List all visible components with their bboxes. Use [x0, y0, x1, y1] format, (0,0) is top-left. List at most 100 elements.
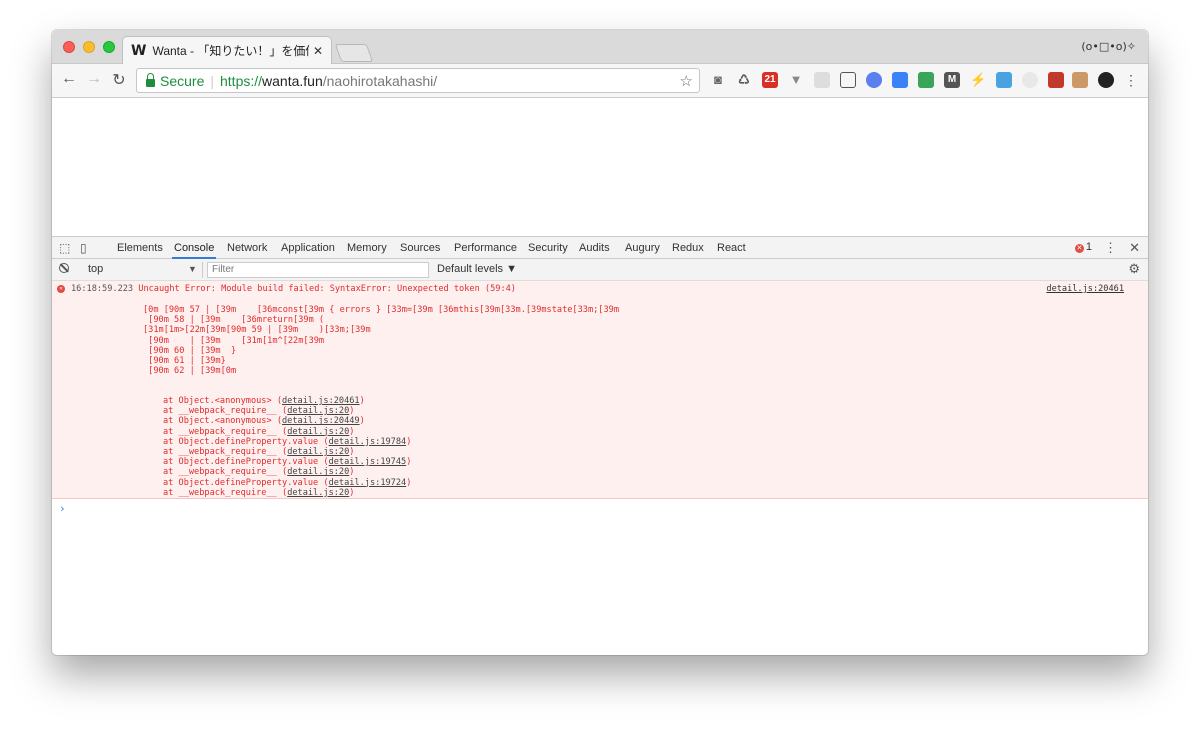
tab-security[interactable]: Security	[526, 237, 570, 259]
browser-window: W Wanta - 「知りたい！」を価値に ✕ (o•□•o)✧ ← → ↻ S…	[52, 30, 1148, 655]
error-body-line: [90m 61 | [39m}	[143, 355, 226, 366]
stack-frame-link[interactable]: detail.js:20	[287, 406, 349, 416]
stack-frame: at Object.<anonymous> (detail.js:20449)	[163, 416, 365, 427]
console-settings-gear-icon[interactable]: ⚙	[1128, 261, 1140, 277]
tab-application[interactable]: Application	[279, 237, 337, 259]
stack-frame: at Object.defineProperty.value (detail.j…	[163, 457, 412, 468]
stack-frame-link[interactable]: detail.js:20	[287, 488, 349, 498]
console-prompt[interactable]: ›	[59, 502, 66, 515]
error-body-line: [90m 58 | [39m [36mreturn[39m (	[143, 315, 325, 326]
page-viewport	[52, 98, 1148, 236]
reload-icon[interactable]: ↻	[108, 70, 130, 90]
error-body: [0m [90m 57 | [39m [36mconst[39m { error…	[143, 305, 619, 376]
error-body-line: [90m 60 | [39m }	[143, 345, 237, 356]
context-selector[interactable]: top	[88, 263, 103, 275]
tab-performance[interactable]: Performance	[452, 237, 519, 259]
wanta-favicon-icon: W	[131, 42, 147, 59]
lock-icon	[146, 72, 155, 87]
stack-frame-link[interactable]: detail.js:19724	[329, 478, 407, 488]
minimize-window-button[interactable]	[83, 41, 95, 53]
google-icon[interactable]	[892, 72, 908, 88]
sheet-icon[interactable]	[1072, 72, 1088, 88]
devtools-tab-bar: ⬚ ▯ Elements Console Network Application…	[52, 236, 1148, 259]
error-body-line: [90m | [39m [31m[1m^[22m[39m	[143, 335, 325, 346]
tab-elements[interactable]: Elements	[115, 237, 165, 259]
browser-tab[interactable]: W Wanta - 「知りたい！」を価値に ✕	[122, 36, 332, 64]
tab-network[interactable]: Network	[225, 237, 269, 259]
stack-frame: at Object.<anonymous> (detail.js:20461)	[163, 396, 365, 406]
stack-frame: at __webpack_require__ (detail.js:20)	[163, 446, 355, 457]
stack-trace: at Object.<anonymous> (detail.js:20461) …	[163, 396, 411, 498]
stack-frame-link[interactable]: detail.js:20461	[282, 396, 360, 406]
tab-title: Wanta - 「知りたい！」を価値に	[152, 44, 308, 58]
stack-frame-link[interactable]: detail.js:20	[287, 467, 349, 477]
stack-frame-link[interactable]: detail.js:19784	[329, 437, 407, 447]
timestamp: 16:18:59.223	[71, 284, 134, 294]
address-bar[interactable]: Secure | https://wanta.fun/naohirotakaha…	[136, 68, 700, 93]
error-message: Uncaught Error: Module build failed: Syn…	[138, 284, 516, 294]
maximize-window-button[interactable]	[103, 41, 115, 53]
error-body-line: [90m 62 | [39m[0m	[143, 366, 237, 377]
stack-frame: at Object.defineProperty.value (detail.j…	[163, 436, 412, 447]
secure-label: Secure	[160, 72, 205, 89]
tab-memory[interactable]: Memory	[345, 237, 389, 259]
device-toolbar-icon[interactable]: ▯	[80, 241, 87, 255]
log-levels-dropdown[interactable]: Default levels ▼	[437, 263, 517, 275]
stack-frame-link[interactable]: detail.js:20449	[282, 416, 360, 426]
filter-input[interactable]: Filter	[207, 262, 429, 278]
clear-console-icon[interactable]	[59, 263, 69, 273]
recycle-icon[interactable]: ♺	[736, 72, 752, 88]
url-host: wanta.fun	[262, 72, 323, 89]
url-protocol: https://	[220, 72, 263, 89]
tab-sources[interactable]: Sources	[398, 237, 442, 259]
source-link[interactable]: detail.js:20461	[1046, 284, 1124, 294]
gmail-icon[interactable]: 21	[762, 72, 778, 88]
console-output: ✕ 16:18:59.223 Uncaught Error: Module bui…	[52, 281, 1148, 655]
github-icon[interactable]	[1098, 72, 1114, 88]
monitor-icon[interactable]	[918, 72, 934, 88]
forward-arrow-icon[interactable]: →	[83, 70, 105, 88]
stack-frame-link[interactable]: detail.js:19745	[329, 457, 407, 467]
close-window-button[interactable]	[63, 41, 75, 53]
vue-icon[interactable]: ▼	[788, 72, 804, 88]
url-path: /naohirotakahashi/	[322, 72, 438, 89]
devtools-menu-icon[interactable]: ⋮	[1104, 240, 1117, 256]
bookmark-star-icon[interactable]: ☆	[680, 72, 693, 90]
new-tab-button[interactable]	[334, 44, 374, 62]
error-body-line: [31m[1m>[22m[39m[90m 59 | [39m )[33m;[39…	[143, 325, 371, 336]
context-dropdown-icon[interactable]: ▼	[188, 264, 197, 274]
bolt-icon[interactable]: ⚡	[970, 72, 986, 88]
error-icon: ✕	[57, 285, 65, 293]
screenshot-icon[interactable]	[840, 72, 856, 88]
window-controls	[63, 41, 115, 53]
error-count-badge[interactable]: ✕ 1	[1074, 241, 1092, 253]
stack-frame: at __webpack_require__ (detail.js:20)	[163, 487, 355, 498]
stack-frame-link[interactable]: detail.js:20	[287, 427, 349, 437]
tab-audits[interactable]: Audits	[577, 237, 612, 259]
tab-augury[interactable]: Augury	[623, 237, 662, 259]
close-devtools-icon[interactable]: ✕	[1129, 240, 1140, 256]
tab-react[interactable]: React	[715, 237, 748, 259]
react-devtools-icon[interactable]	[866, 72, 882, 88]
stack-frame: at Object.defineProperty.value (detail.j…	[163, 477, 412, 488]
stack-frame: at __webpack_require__ (detail.js:20)	[163, 467, 355, 478]
stack-frame: at __webpack_require__ (detail.js:20)	[163, 426, 355, 437]
stack-frame: at __webpack_require__ (detail.js:20)	[163, 406, 355, 417]
stack-frame-link[interactable]: detail.js:20	[287, 447, 349, 457]
profile-button[interactable]: (o•□•o)✧	[1081, 40, 1136, 53]
browser-menu-icon[interactable]: ⋮	[1124, 72, 1138, 89]
photo-icon[interactable]	[1048, 72, 1064, 88]
camera-icon[interactable]: ◙	[710, 72, 726, 88]
clock-icon[interactable]	[1022, 72, 1038, 88]
translate-icon[interactable]	[996, 72, 1012, 88]
cast-icon[interactable]	[814, 72, 830, 88]
browser-toolbar: ← → ↻ Secure | https://wanta.fun/naohiro…	[52, 64, 1148, 98]
error-icon: ✕	[1074, 244, 1084, 253]
tab-redux[interactable]: Redux	[670, 237, 706, 259]
console-filter-bar: top ▼ Filter Default levels ▼ ⚙	[52, 259, 1148, 281]
back-arrow-icon[interactable]: ←	[58, 70, 80, 88]
inspect-element-icon[interactable]: ⬚	[59, 241, 70, 255]
tab-console[interactable]: Console	[172, 237, 217, 259]
close-tab-icon[interactable]: ✕	[313, 44, 323, 58]
m-icon[interactable]: M	[944, 72, 960, 88]
